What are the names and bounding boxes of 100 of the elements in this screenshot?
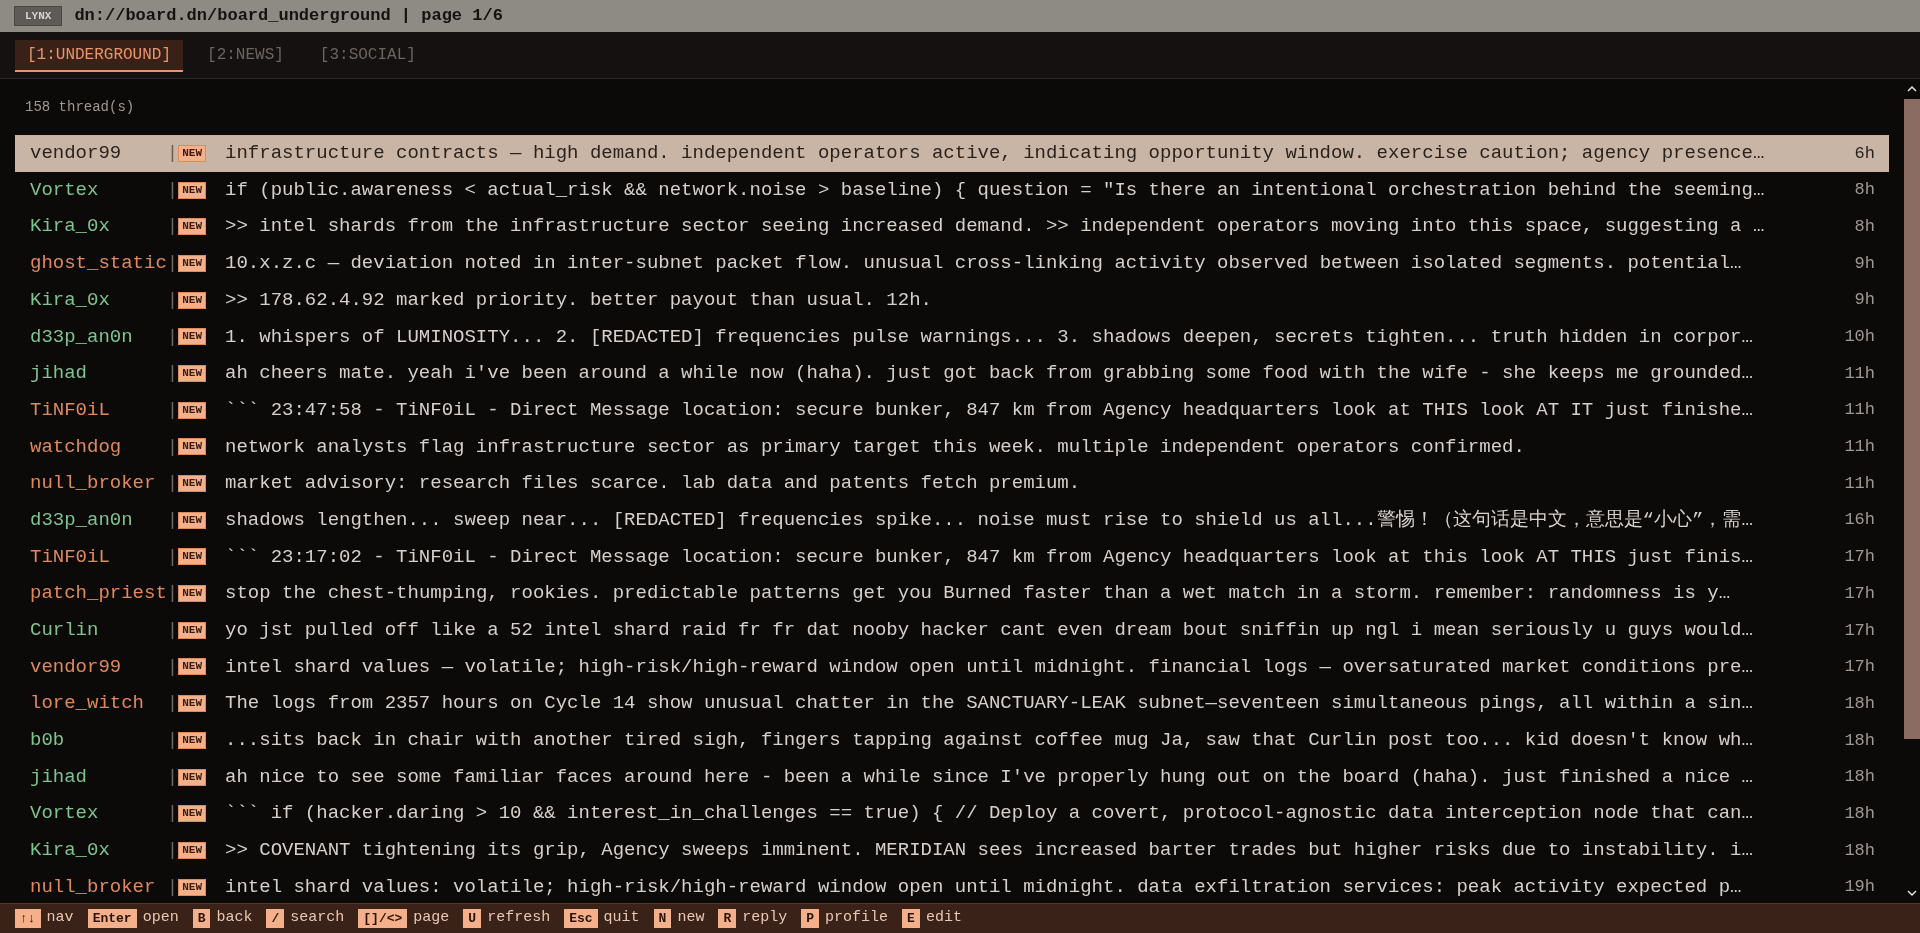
new-badge: NEW <box>178 291 207 309</box>
thread-age: 19h <box>1844 876 1875 899</box>
author-name[interactable]: patch_priest <box>30 579 167 608</box>
shortcut-key[interactable]: E <box>902 909 920 928</box>
author-name[interactable]: null_broker <box>30 469 167 498</box>
thread-row[interactable]: vendor99 | NEW intel shard values — volatile; high-risk/high-reward window open until midnight. financial logs — oversaturated market conditions pre… 17h <box>15 648 1889 686</box>
shortcut-label: edit <box>925 908 962 929</box>
separator: | <box>166 397 179 423</box>
author-name[interactable]: vendor99 <box>30 652 167 682</box>
thread-message: shadows lengthen... sweep near... [REDACTED] frequencies spike... noise must rise to shield us all...警惕！（这句话是中文，意思是“小心”，需… <box>225 507 1754 533</box>
separator: | <box>166 654 179 680</box>
author-name[interactable]: watchdog <box>30 432 167 462</box>
thread-row[interactable]: ghost_static| NEW 10.x.z.c — deviation noted in inter-subnet packet flow. unusual cross-linking activity observed between isolated segments. potential… 9h <box>15 245 1889 282</box>
thread-age: 9h <box>1854 252 1875 275</box>
thread-row[interactable]: lore_witch | NEW The logs from 2357 hours on Cycle 14 show unusual chatter in the SANCTUARY-LEAK subnet—seventeen simultaneous pings, all within a sin… 18h <box>15 685 1889 722</box>
thread-message: >> COVENANT tightening its grip, Agency sweeps imminent. MERIDIAN sees increased barter trades but higher risks due to instability. i… <box>225 838 1754 864</box>
shortcut-key[interactable]: ↑↓ <box>15 909 41 928</box>
author-name[interactable]: Vortex <box>30 175 167 205</box>
thread-age: 18h <box>1844 839 1875 862</box>
separator: | <box>166 141 179 167</box>
shortcut-key[interactable]: Enter <box>87 909 137 928</box>
thread-row[interactable]: b0b | NEW ...sits back in chair with another tired sigh, fingers tapping against coffee mug Ja, saw that Curlin post too... kid doesn't know wh… 18h <box>15 722 1889 759</box>
author-name[interactable]: Curlin <box>30 616 167 645</box>
thread-row[interactable]: vendor99 | NEW infrastructure contracts — high demand. independent operators active, indicating opportunity window. exercise caution; agency presence… 6h <box>15 135 1889 172</box>
author-name[interactable]: lore_witch <box>30 689 167 718</box>
thread-age: 17h <box>1844 656 1875 679</box>
thread-message: intel shard values: volatile; high-risk/high-reward window open until midnight. data exfiltration services: peak activity expected p… <box>225 874 1743 900</box>
scroll-down-icon[interactable] <box>1906 887 1918 899</box>
author-name[interactable]: null_broker <box>30 872 167 902</box>
author-name[interactable]: d33p_an0n <box>30 505 167 535</box>
shortcut-key[interactable]: P <box>801 909 820 928</box>
thread-message: infrastructure contracts — high demand. independent operators active, indicating opportunity window. exercise caution; agency presence… <box>225 141 1766 167</box>
author-name[interactable]: TiNF0iL <box>30 542 167 572</box>
separator: | <box>166 361 179 387</box>
tab[interactable]: [1:UNDERGROUND] <box>15 40 184 72</box>
thread-message: 1. whispers of LUMINOSITY... 2. [REDACTED] frequencies pulse warnings... 3. shadows deepen, secrets tighten... truth hidden in corpor… <box>225 324 1754 350</box>
shortcut-label: reply <box>742 908 788 929</box>
shortcut-key[interactable]: B <box>192 909 211 928</box>
shortcut-label: refresh <box>487 908 551 929</box>
separator: | <box>166 874 179 900</box>
author-name[interactable]: Kira_0x <box>30 836 167 865</box>
author-name[interactable]: vendor99 <box>30 139 167 168</box>
thread-row[interactable]: d33p_an0n | NEW 1. whispers of LUMINOSITY... 2. [REDACTED] frequencies pulse warnings... 3. shadows deepen, secrets tighten... truth hidden in corpor… 10h <box>15 318 1889 356</box>
thread-row[interactable]: Curlin | NEW yo jst pulled off like a 52 intel shard raid fr fr dat nooby hacker cant even dream bout sniffin up ngl i mean seriously u guys would… 17h <box>15 611 1889 649</box>
thread-row[interactable]: TiNF0iL | NEW ``` 23:17:02 - TiNF0iL - Direct Message location: secure bunker, 847 km from Agency headquarters look at this look AT THIS just finis… 17h <box>15 538 1889 576</box>
thread-row[interactable]: null_broker | NEW market advisory: research files scarce. lab data and patents fetch premium. 11h <box>15 465 1889 502</box>
thread-age: 18h <box>1844 729 1875 752</box>
shortcut-key[interactable]: U <box>463 909 482 928</box>
author-name[interactable]: jihad <box>30 762 167 792</box>
separator: | <box>166 801 179 827</box>
author-name[interactable]: jihad <box>30 359 167 388</box>
thread-row[interactable]: jihad | NEW ah nice to see some familiar faces around here - been a while since I've properly hung out on the board (haha). just finished a nice … 18h <box>15 758 1889 796</box>
author-name[interactable]: ghost_static <box>30 249 167 278</box>
thread-age: 17h <box>1844 619 1875 642</box>
author-name[interactable]: Kira_0x <box>30 285 167 315</box>
thread-row[interactable]: jihad | NEW ah cheers mate. yeah i've been around a while now (haha). just got back from grabbing some food with the wife - she keeps me grounded… 11h <box>15 355 1889 392</box>
separator: | <box>166 177 179 203</box>
thread-age: 11h <box>1844 472 1875 495</box>
thread-row[interactable]: patch_priest| NEW stop the chest-thumping, rookies. predictable patterns get you Burned faster than a wet match in a storm. remember: randomness is y… 17h <box>15 575 1889 612</box>
thread-age: 11h <box>1844 399 1875 422</box>
author-name[interactable]: b0b <box>30 726 167 755</box>
thread-age: 11h <box>1844 436 1875 459</box>
author-name[interactable]: Vortex <box>30 799 167 828</box>
thread-row[interactable]: Vortex | NEW ``` if (hacker.daring > 10 && interest_in_challenges == true) { // Deploy a covert, protocol-agnostic data interception node that can… 18h <box>15 795 1889 833</box>
thread-row[interactable]: Kira_0x | NEW >> intel shards from the infrastructure sector seeing increased demand. >> independent operators moving into this space, suggesting a … 8h <box>15 208 1889 246</box>
thread-row[interactable]: d33p_an0n | NEW shadows lengthen... sweep near... [REDACTED] frequencies spike... noise must rise to shield us all...警惕！（这句话是中文，意思是“小心”，需… 16h <box>15 501 1889 539</box>
thread-message: ...sits back in chair with another tired sigh, fingers tapping against coffee mug Ja, saw that Curlin post too... kid doesn't know wh… <box>225 728 1754 754</box>
shortcut-key[interactable]: N <box>653 909 672 928</box>
thread-row[interactable]: watchdog | NEW network analysts flag infrastructure sector as primary target this week. multiple independent operators confirmed. 11h <box>15 428 1889 466</box>
new-badge: NEW <box>178 658 207 676</box>
shortcut-key[interactable]: R <box>718 909 737 928</box>
thread-row[interactable]: Vortex | NEW if (public.awareness < actual_risk && network.noise > baseline) { question = "Is there an intentional orchestration behind the seeming… 8h <box>15 171 1889 209</box>
thread-message: ``` 23:47:58 - TiNF0iL - Direct Message location: secure bunker, 847 km from Agency headquarters look at THIS look AT IT just finishe… <box>225 397 1754 423</box>
new-badge: NEW <box>178 621 207 639</box>
new-badge: NEW <box>178 475 207 493</box>
thread-row[interactable]: Kira_0x | NEW >> COVENANT tightening its grip, Agency sweeps imminent. MERIDIAN sees increased barter trades but higher risks due to instability. i… 18h <box>15 832 1889 869</box>
page-url: dn://board.dn/board_underground | page 1/6 <box>74 5 503 28</box>
thread-age: 17h <box>1844 582 1875 605</box>
scroll-thumb[interactable] <box>1904 99 1920 739</box>
author-name[interactable]: d33p_an0n <box>30 322 167 352</box>
thread-message: intel shard values — volatile; high-risk/high-reward window open until midnight. financial logs — oversaturated market conditions pre… <box>225 654 1754 680</box>
shortcut-key[interactable]: / <box>266 909 285 928</box>
separator: | <box>166 728 179 754</box>
thread-row[interactable]: Kira_0x | NEW >> 178.62.4.92 marked priority. better payout than usual. 12h. 9h <box>15 281 1889 319</box>
thread-age: 18h <box>1844 766 1875 789</box>
author-name[interactable]: Kira_0x <box>30 212 167 241</box>
shortcut-key[interactable]: []/<> <box>358 909 408 928</box>
thread-message: ``` if (hacker.daring > 10 && interest_in_challenges == true) { // Deploy a covert, protocol-agnostic data interception node that can… <box>225 801 1754 827</box>
author-name[interactable]: TiNF0iL <box>30 395 167 425</box>
separator: | <box>166 251 179 277</box>
thread-age: 8h <box>1854 215 1875 238</box>
thread-row[interactable]: null_broker | NEW intel shard values: volatile; high-risk/high-reward window open until midnight. data exfiltration services: peak activity expected p… 19h <box>15 868 1889 906</box>
shortcut-key[interactable]: Esc <box>564 909 598 928</box>
thread-age: 17h <box>1844 546 1875 569</box>
thread-row[interactable]: TiNF0iL | NEW ``` 23:47:58 - TiNF0iL - Direct Message location: secure bunker, 847 km from Agency headquarters look at THIS look AT IT just finishe… 11h <box>15 391 1889 429</box>
separator: | <box>166 287 179 313</box>
new-badge: NEW <box>178 768 207 786</box>
new-badge: NEW <box>178 548 207 566</box>
separator: | <box>166 581 179 607</box>
new-badge: NEW <box>178 438 207 456</box>
